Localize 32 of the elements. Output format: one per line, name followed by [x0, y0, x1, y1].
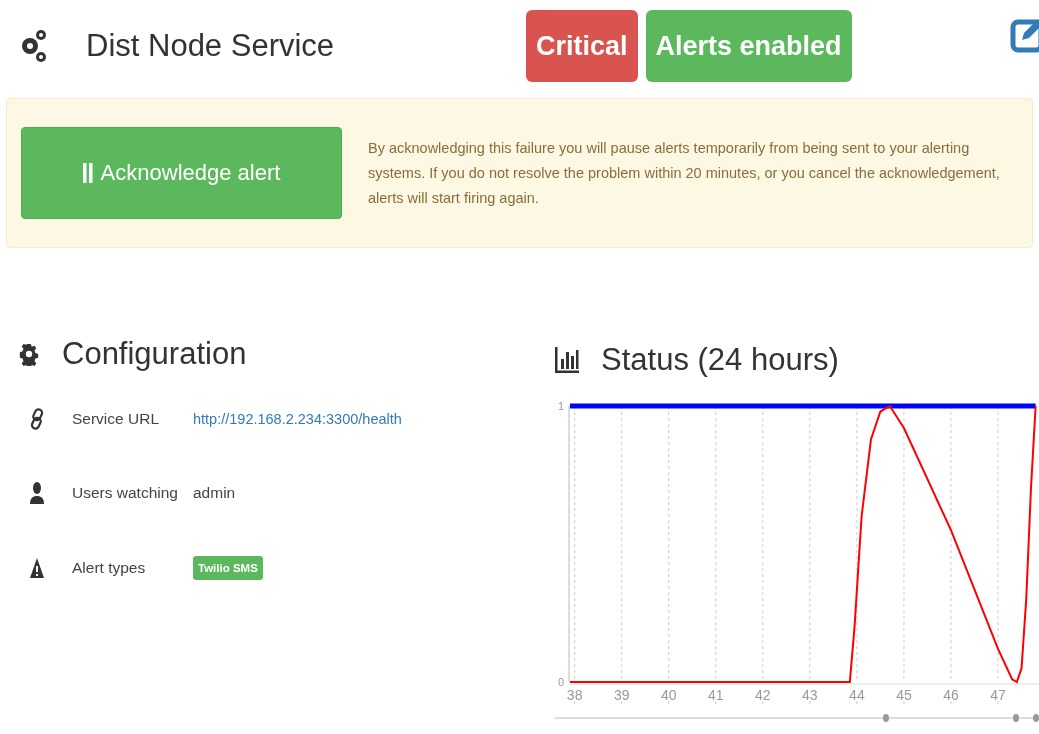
section-title: Configuration [62, 336, 247, 372]
config-label: Users watching [72, 484, 179, 502]
x-tick-label: 45 [896, 687, 912, 703]
bar-chart-icon [555, 347, 579, 373]
status-badge: Critical [526, 10, 638, 82]
alert-type-tag: Twilio SMS [193, 556, 263, 580]
acknowledge-button[interactable]: Acknowledge alert [21, 127, 342, 219]
x-tick-label: 43 [802, 687, 818, 703]
warning-icon [30, 558, 44, 578]
config-label: Alert types [72, 559, 147, 577]
status-badge: Alerts enabled [645, 10, 852, 82]
x-tick-label: 46 [943, 687, 959, 703]
x-tick-label: 38 [566, 687, 583, 703]
config-label: Service URL [72, 410, 160, 428]
pause-icon [82, 163, 93, 183]
x-tick-label: 42 [755, 687, 771, 703]
settings-icon [18, 342, 40, 366]
service-url-link[interactable]: http://192.168.2.234:3300/health [193, 411, 555, 427]
section-title: Status (24 hours) [601, 342, 839, 378]
link-icon [30, 408, 44, 430]
x-tick-label: 39 [613, 687, 630, 703]
x-tick-label: 44 [849, 687, 865, 703]
y-tick-label: 1 [557, 400, 565, 412]
x-tick-label: 47 [990, 687, 1006, 703]
x-tick-label: 40 [660, 687, 677, 703]
user-icon [30, 482, 44, 504]
range-slider-drawing[interactable] [555, 714, 1039, 722]
config-value: admin [193, 484, 237, 502]
x-tick-label: 41 [708, 687, 724, 703]
alert-message: By acknowledging this failure you will pause alerts temporarily from being sent to your alerting systems. If you do not resolve the problem within 20 minutes, or you cancel the acknowledgement, alerts will start firing again. [368, 138, 1001, 208]
page-title: Dist Node Service [86, 28, 336, 64]
y-tick-label: 0 [557, 676, 565, 688]
